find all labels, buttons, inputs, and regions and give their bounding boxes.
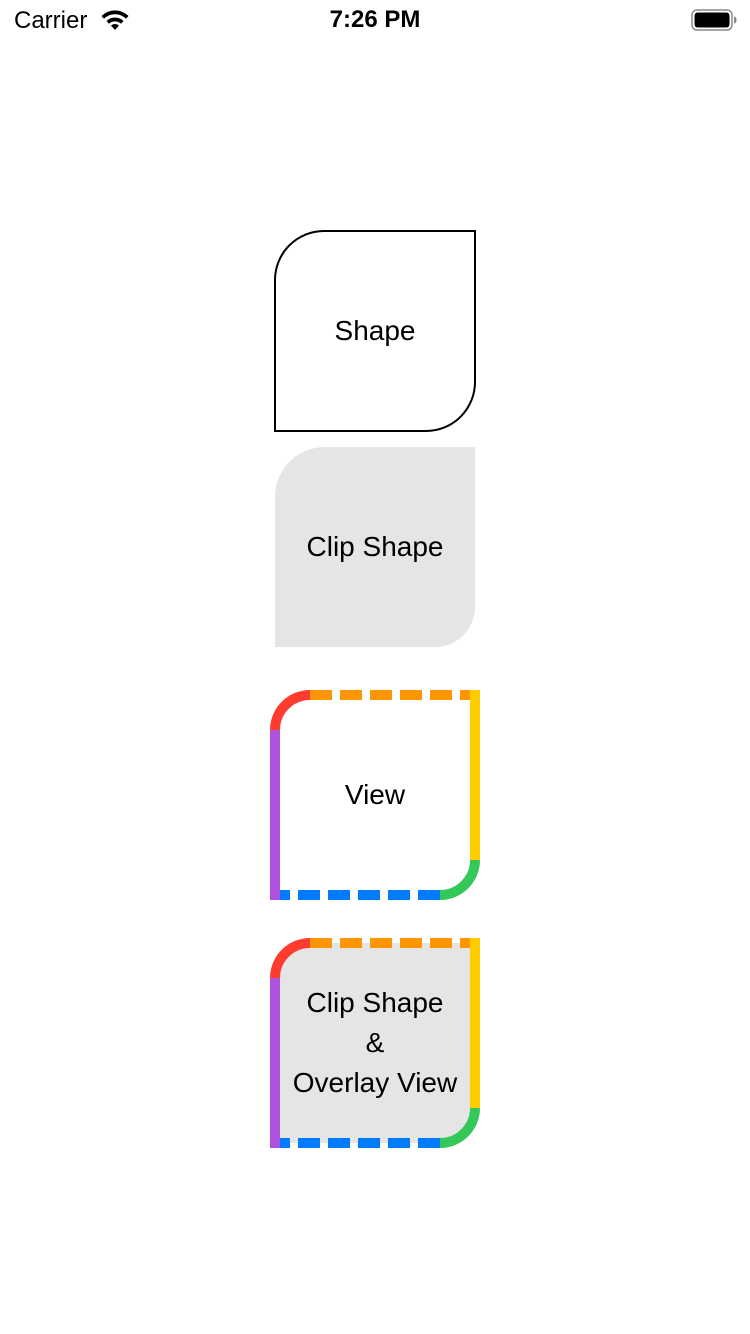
clip-shape-label: Clip Shape [306, 531, 444, 562]
clock: 7:26 PM [329, 6, 421, 33]
border-top-left-corner [270, 690, 311, 731]
shape-box: Shape [274, 230, 476, 432]
overlay-label: Clip Shape & Overlay View [270, 983, 480, 1103]
overlay-label-line-2: & [365, 1027, 385, 1058]
shape-label: Shape [334, 315, 416, 346]
border-bottom-right-corner [439, 859, 480, 900]
overlay-label-line-1: Clip Shape [306, 987, 444, 1018]
overlay-label-line-3: Overlay View [292, 1067, 458, 1098]
view-label: View [344, 779, 406, 810]
battery-icon [691, 9, 737, 31]
clip-shape-box: Clip Shape [275, 447, 475, 647]
status-bar: Carrier 7:26 PM [0, 0, 750, 40]
